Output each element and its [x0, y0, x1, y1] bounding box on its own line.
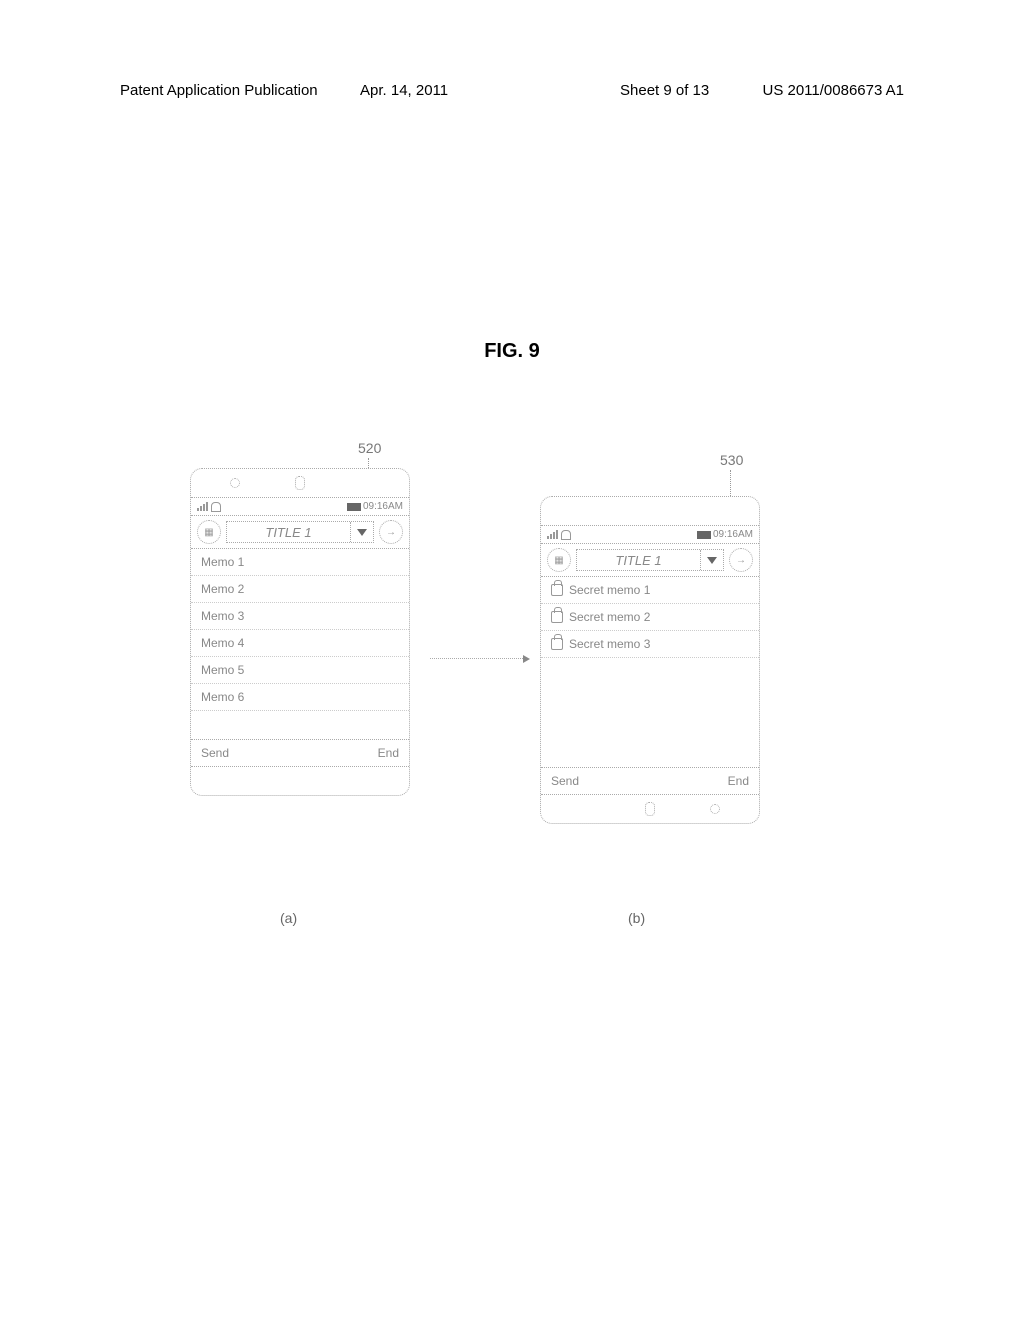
softkey-bar: Send End	[191, 739, 409, 767]
header-publication: Patent Application Publication	[120, 82, 318, 99]
callout-520: 520	[358, 440, 381, 456]
status-bar: 09:16AM	[541, 525, 759, 544]
memo-label: Memo 3	[201, 609, 244, 623]
phone-b-top	[541, 497, 759, 525]
memo-label: Secret memo 1	[569, 583, 650, 597]
grid-icon: ▦	[204, 527, 213, 538]
title-bar: ▦ TITLE 1 →	[541, 544, 759, 577]
list-item[interactable]: Secret memo 3	[541, 631, 759, 658]
memo-label: Secret memo 2	[569, 610, 650, 624]
phone-a: 09:16AM ▦ TITLE 1 → Memo 1 Memo 2 Memo 3	[190, 468, 410, 796]
menu-button[interactable]: ▦	[197, 520, 221, 544]
list-item[interactable]: Memo 3	[191, 603, 409, 630]
status-time: 09:16AM	[713, 529, 753, 540]
list-item[interactable]: Memo 6	[191, 684, 409, 711]
callout-530: 530	[720, 452, 743, 468]
signal-icon	[547, 530, 558, 539]
arrow-right-icon: →	[386, 527, 396, 538]
speaker-icon	[295, 476, 305, 490]
lock-icon	[551, 584, 563, 596]
memo-label: Memo 1	[201, 555, 244, 569]
softkey-bar: Send End	[541, 767, 759, 795]
bell-icon	[211, 502, 221, 512]
page-header: Patent Application Publication Apr. 14, …	[120, 82, 904, 99]
chevron-down-icon	[351, 529, 373, 536]
list-item[interactable]: Memo 2	[191, 576, 409, 603]
next-button[interactable]: →	[379, 520, 403, 544]
list-item[interactable]: Secret memo 1	[541, 577, 759, 604]
next-button[interactable]: →	[729, 548, 753, 572]
memo-label: Memo 2	[201, 582, 244, 596]
figure-title: FIG. 9	[484, 340, 540, 363]
grid-icon: ▦	[554, 555, 563, 566]
phone-a-top	[191, 469, 409, 497]
transition-arrow-icon	[430, 658, 525, 659]
subfigure-a-label: (a)	[280, 910, 297, 926]
camera-icon	[230, 478, 240, 488]
list-item[interactable]: Memo 1	[191, 549, 409, 576]
speaker-icon	[645, 802, 655, 816]
list-item[interactable]: Secret memo 2	[541, 604, 759, 631]
signal-icon	[197, 502, 208, 511]
status-bar: 09:16AM	[191, 497, 409, 516]
arrow-right-icon: →	[736, 555, 746, 566]
title-text: TITLE 1	[577, 550, 701, 570]
status-time: 09:16AM	[363, 501, 403, 512]
lock-icon	[551, 638, 563, 650]
header-pubno: US 2011/0086673 A1	[762, 82, 904, 99]
send-button[interactable]: Send	[201, 746, 229, 760]
menu-button[interactable]: ▦	[547, 548, 571, 572]
title-text: TITLE 1	[227, 522, 351, 542]
end-button[interactable]: End	[728, 774, 749, 788]
title-bar: ▦ TITLE 1 →	[191, 516, 409, 549]
memo-label: Memo 4	[201, 636, 244, 650]
camera-icon	[710, 804, 720, 814]
bell-icon	[561, 530, 571, 540]
battery-icon	[347, 503, 361, 511]
phone-b: 09:16AM ▦ TITLE 1 → Secret memo 1	[540, 496, 760, 824]
phone-a-bottom	[191, 767, 409, 795]
send-button[interactable]: Send	[551, 774, 579, 788]
memo-label: Memo 5	[201, 663, 244, 677]
header-sheet: Sheet 9 of 13	[620, 82, 709, 99]
memo-label: Memo 6	[201, 690, 244, 704]
header-date: Apr. 14, 2011	[360, 82, 448, 99]
list-item[interactable]: Memo 4	[191, 630, 409, 657]
memo-list: Memo 1 Memo 2 Memo 3 Memo 4 Memo 5 Memo …	[191, 549, 409, 739]
chevron-down-icon	[701, 557, 723, 564]
lock-icon	[551, 611, 563, 623]
memo-list: Secret memo 1 Secret memo 2 Secret memo …	[541, 577, 759, 767]
title-dropdown[interactable]: TITLE 1	[576, 549, 724, 571]
list-item[interactable]: Memo 5	[191, 657, 409, 684]
end-button[interactable]: End	[378, 746, 399, 760]
phone-b-bottom	[541, 795, 759, 823]
memo-label: Secret memo 3	[569, 637, 650, 651]
subfigure-b-label: (b)	[628, 910, 645, 926]
battery-icon	[697, 531, 711, 539]
title-dropdown[interactable]: TITLE 1	[226, 521, 374, 543]
